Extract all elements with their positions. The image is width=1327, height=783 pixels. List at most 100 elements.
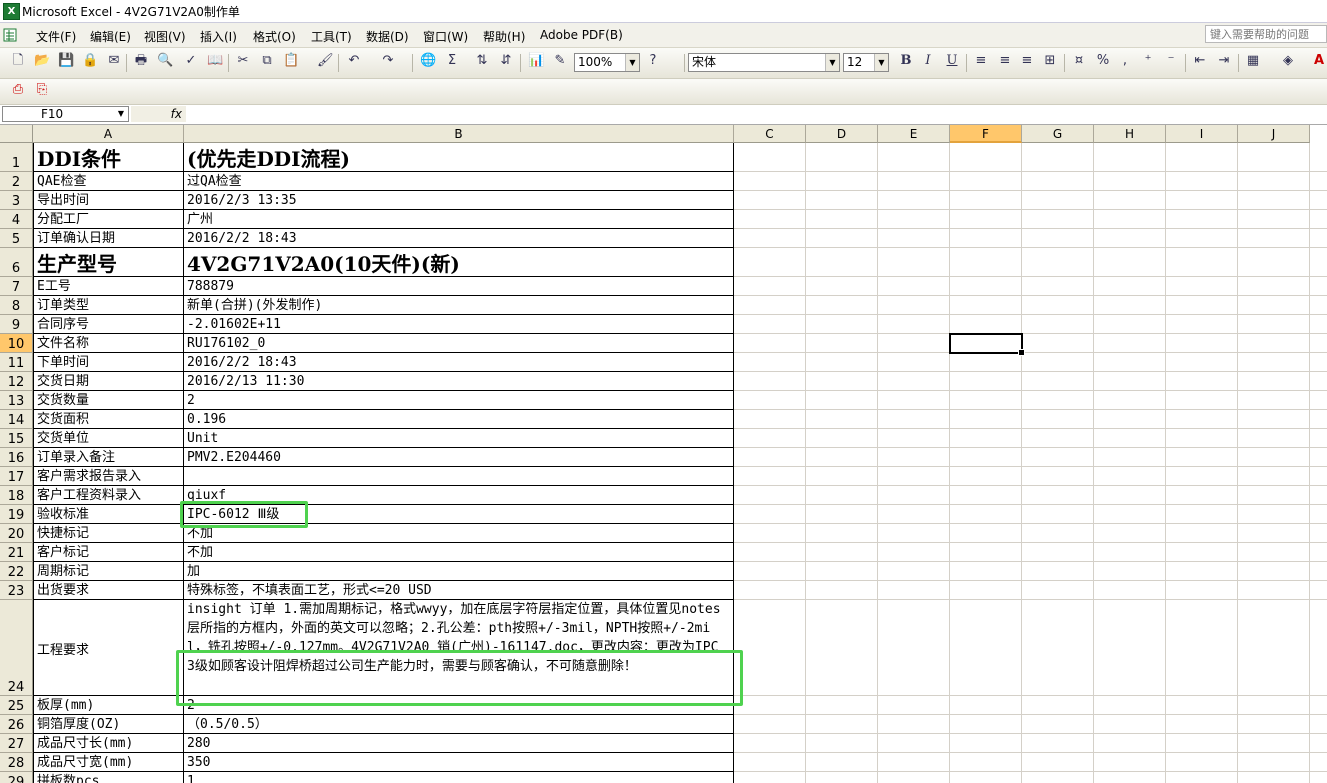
cell-b16[interactable]: PMV2.E204460 <box>184 448 734 467</box>
cell-a21[interactable]: 客户标记 <box>33 543 184 562</box>
row-header[interactable]: 29 <box>0 772 33 783</box>
comma-style-icon[interactable]: , <box>1117 53 1133 69</box>
menu-edit[interactable]: 编辑(E) <box>90 28 131 45</box>
row-header[interactable]: 5 <box>0 229 33 248</box>
cell-b29[interactable]: 1 <box>184 772 734 783</box>
menu-format[interactable]: 格式(O) <box>253 28 296 45</box>
cell-b23[interactable]: 特殊标签，不填表面工艺，形式<=20 USD <box>184 581 734 600</box>
cell-b2[interactable]: 过QA检查 <box>184 172 734 191</box>
redo-icon[interactable]: ↷ <box>380 53 396 69</box>
row-header[interactable]: 20 <box>0 524 33 543</box>
menu-help[interactable]: 帮助(H) <box>483 28 525 45</box>
cell-a7[interactable]: E工号 <box>33 277 184 296</box>
pdf-email-icon[interactable]: ⎘ <box>34 82 50 98</box>
name-box[interactable]: F10 ▼ <box>2 106 129 122</box>
cell-b21[interactable]: 不加 <box>184 543 734 562</box>
cell-a20[interactable]: 快捷标记 <box>33 524 184 543</box>
column-header-b[interactable]: B <box>184 125 734 143</box>
menu-adobe-pdf[interactable]: Adobe PDF(B) <box>540 28 623 42</box>
row-header[interactable]: 21 <box>0 543 33 562</box>
cell-a17[interactable]: 客户需求报告录入 <box>33 467 184 486</box>
menu-file[interactable]: 文件(F) <box>36 28 76 45</box>
merge-center-icon[interactable]: ⊞ <box>1042 53 1058 69</box>
column-header-g[interactable]: G <box>1022 125 1094 143</box>
fill-handle[interactable] <box>1018 349 1025 356</box>
hyperlink-icon[interactable]: 🌐 <box>420 53 436 69</box>
row-header[interactable]: 27 <box>0 734 33 753</box>
row-header[interactable]: 1 <box>0 143 33 172</box>
row-header[interactable]: 9 <box>0 315 33 334</box>
font-name-select[interactable]: 宋体 ▼ <box>688 53 840 72</box>
save-icon[interactable]: 💾 <box>58 53 74 69</box>
italic-button[interactable]: I <box>920 53 936 69</box>
cell-a10[interactable]: 文件名称 <box>33 334 184 353</box>
increase-decimal-icon[interactable]: ⁺ <box>1140 53 1156 69</box>
row-header[interactable]: 23 <box>0 581 33 600</box>
cell-a22[interactable]: 周期标记 <box>33 562 184 581</box>
row-header[interactable]: 18 <box>0 486 33 505</box>
undo-icon[interactable]: ↶ <box>346 53 362 69</box>
select-all-corner[interactable] <box>0 125 33 143</box>
align-center-icon[interactable]: ≡ <box>997 53 1013 69</box>
cell-a24[interactable]: 工程要求 <box>33 600 184 696</box>
cell-a4[interactable]: 分配工厂 <box>33 210 184 229</box>
row-header[interactable]: 6 <box>0 248 33 277</box>
column-header-f[interactable]: F <box>950 125 1022 143</box>
decrease-indent-icon[interactable]: ⇤ <box>1192 53 1208 69</box>
cell-b6[interactable]: 4V2G71V2A0(10天件)(新) <box>184 248 734 277</box>
row-header[interactable]: 3 <box>0 191 33 210</box>
cell-b12[interactable]: 2016/2/13 11:30 <box>184 372 734 391</box>
row-header[interactable]: 22 <box>0 562 33 581</box>
cell-b3[interactable]: 2016/2/3 13:35 <box>184 191 734 210</box>
cell-b22[interactable]: 加 <box>184 562 734 581</box>
cell-a11[interactable]: 下单时间 <box>33 353 184 372</box>
excel-app-icon[interactable]: X <box>3 3 20 20</box>
cell-b7[interactable]: 788879 <box>184 277 734 296</box>
menu-insert[interactable]: 插入(I) <box>200 28 237 45</box>
cell-a1[interactable]: DDI条件 <box>33 143 184 172</box>
percent-button[interactable]: % <box>1095 53 1111 69</box>
chevron-down-icon[interactable]: ▼ <box>118 107 124 121</box>
align-left-icon[interactable]: ≡ <box>973 53 989 69</box>
copy-icon[interactable]: ⧉ <box>259 53 275 69</box>
row-header[interactable]: 14 <box>0 410 33 429</box>
row-header[interactable]: 17 <box>0 467 33 486</box>
worksheet-grid[interactable]: A B C D E F G H I J 1 DDI条件 (优先走DDI流程) 2 QAE检查 过QA检查 3 导出… <box>0 125 1327 783</box>
help-icon[interactable]: ? <box>645 53 661 69</box>
decrease-decimal-icon[interactable]: ⁻ <box>1163 53 1179 69</box>
underline-button[interactable]: U <box>944 53 960 69</box>
row-header[interactable]: 28 <box>0 753 33 772</box>
row-header[interactable]: 12 <box>0 372 33 391</box>
cell-b10[interactable]: RU176102_0 <box>184 334 734 353</box>
sort-descending-icon[interactable]: ⇵ <box>498 53 514 69</box>
cell-b5[interactable]: 2016/2/2 18:43 <box>184 229 734 248</box>
autosum-icon[interactable]: Σ <box>444 53 460 69</box>
cell-a14[interactable]: 交货面积 <box>33 410 184 429</box>
menu-tools[interactable]: 工具(T) <box>311 28 352 45</box>
print-preview-icon[interactable]: 🔍 <box>157 53 173 69</box>
cell-a9[interactable]: 合同序号 <box>33 315 184 334</box>
pdf-convert-icon[interactable]: ⎙ <box>10 82 26 98</box>
cell-a28[interactable]: 成品尺寸宽(mm) <box>33 753 184 772</box>
column-header-h[interactable]: H <box>1094 125 1166 143</box>
cell-b27[interactable]: 280 <box>184 734 734 753</box>
cell-b11[interactable]: 2016/2/2 18:43 <box>184 353 734 372</box>
cell-b17[interactable] <box>184 467 734 486</box>
sort-ascending-icon[interactable]: ⇅ <box>474 53 490 69</box>
menu-data[interactable]: 数据(D) <box>366 28 409 45</box>
row-header[interactable]: 13 <box>0 391 33 410</box>
row-header[interactable]: 26 <box>0 715 33 734</box>
cell-a6[interactable]: 生产型号 <box>33 248 184 277</box>
cell-b26[interactable]: （0.5/0.5） <box>184 715 734 734</box>
font-color-icon[interactable]: A <box>1311 53 1327 69</box>
cell-a23[interactable]: 出货要求 <box>33 581 184 600</box>
currency-icon[interactable]: ¤ <box>1071 53 1087 69</box>
fill-color-icon[interactable]: ◈ <box>1280 53 1296 69</box>
cell-a27[interactable]: 成品尺寸长(mm) <box>33 734 184 753</box>
cell-a19[interactable]: 验收标准 <box>33 505 184 524</box>
cell-a16[interactable]: 订单录入备注 <box>33 448 184 467</box>
row-header[interactable]: 4 <box>0 210 33 229</box>
chart-wizard-icon[interactable]: 📊 <box>528 53 544 69</box>
cell-b9[interactable]: -2.01602E+11 <box>184 315 734 334</box>
chevron-down-icon[interactable]: ▼ <box>874 54 888 71</box>
